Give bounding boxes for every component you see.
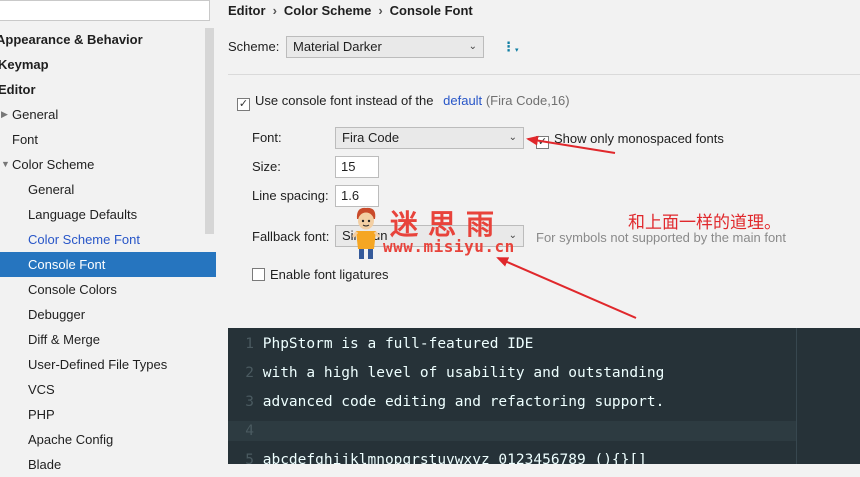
preview-line-current: 4 [228, 421, 796, 441]
font-value: Fira Code [342, 130, 400, 145]
breadcrumb-separator: › [378, 3, 383, 18]
fallback-font-dropdown[interactable]: SimSun ⌄ [335, 225, 524, 247]
nav-item-apache-config[interactable]: Apache Config [0, 427, 216, 452]
line-number: 3 [245, 394, 254, 410]
size-label: Size: [252, 159, 281, 174]
line-text: PhpStorm is a full-featured IDE [262, 336, 534, 352]
nav-item-debugger[interactable]: Debugger [0, 302, 216, 327]
right-margin-guide [796, 328, 797, 464]
preview-line: 1 PhpStorm is a full-featured IDE [228, 334, 533, 354]
nav-item-php[interactable]: PHP [0, 402, 216, 427]
line-number: 5 [245, 452, 254, 464]
nav-item-language-defaults[interactable]: Language Defaults [0, 202, 216, 227]
nav-scrollbar[interactable] [205, 28, 214, 234]
preview-line: 5 abcdefghijklmnopqrstuvwxyz 0123456789 … [228, 450, 647, 464]
scheme-dropdown[interactable]: Material Darker ⌄ [286, 36, 484, 58]
nav-item-font[interactable]: Font [0, 127, 216, 152]
fallback-font-label: Fallback font: [252, 229, 330, 244]
default-font-detail: (Fira Code,16) [485, 93, 570, 108]
line-spacing-input[interactable]: 1.6 [335, 185, 379, 207]
show-monospaced-label: Show only monospaced fonts [554, 131, 724, 146]
default-font-link[interactable]: default [443, 93, 482, 108]
font-label: Font: [252, 130, 282, 145]
show-monospaced-checkbox[interactable]: ✓ [536, 136, 549, 149]
size-input[interactable]: 15 [335, 156, 379, 178]
line-text: abcdefghijklmnopqrstuvwxyz 0123456789 ()… [262, 452, 647, 464]
line-spacing-label: Line spacing: [252, 188, 329, 203]
ligatures-label: Enable font ligatures [270, 267, 389, 282]
scheme-label: Scheme: [228, 39, 280, 54]
nav-item-color-scheme[interactable]: ▼ Color Scheme [0, 152, 216, 177]
chevron-down-icon: ⌄ [508, 230, 517, 241]
font-dropdown[interactable]: Fira Code ⌄ [335, 127, 524, 149]
fallback-hint: For symbols not supported by the main fo… [536, 230, 787, 245]
chevron-down-icon: ⌄ [508, 132, 517, 143]
ligatures-checkbox[interactable] [252, 268, 265, 281]
nav-item-vcs[interactable]: VCS [0, 377, 216, 402]
chevron-down-icon[interactable]: ▼ [1, 152, 10, 177]
breadcrumb-console-font: Console Font [389, 3, 473, 18]
nav-item-color-scheme-font[interactable]: Color Scheme Font [0, 227, 216, 252]
nav-item-appearance-behavior[interactable]: Appearance & Behavior [0, 27, 216, 52]
nav-item-console-font[interactable]: Console Font [0, 252, 216, 277]
divider [228, 74, 860, 75]
preview-line: 3 advanced code editing and refactoring … [228, 392, 664, 412]
use-console-font-label: Use console font instead of the [255, 93, 434, 108]
nav-item-editor[interactable]: Editor [0, 77, 216, 102]
line-number: 1 [245, 336, 254, 352]
breadcrumb-separator: › [272, 3, 277, 18]
line-text: advanced code editing and refactoring su… [262, 394, 665, 410]
line-text: with a high level of usability and outst… [262, 365, 665, 381]
nav-item-cs-general[interactable]: General [0, 177, 216, 202]
use-console-font-row: ✓ Use console font instead of the default… [237, 93, 570, 111]
show-monospaced-row: ✓ Show only monospaced fonts [536, 131, 724, 149]
settings-pane: Editor › Color Scheme › Console Font Scheme:… [216, 0, 860, 464]
nav-item-blade[interactable]: Blade [0, 452, 216, 477]
breadcrumb-editor[interactable]: Editor [228, 3, 266, 18]
more-options-icon[interactable]: ⋮▾ [502, 39, 519, 58]
scheme-value: Material Darker [293, 39, 382, 54]
nav-item-general[interactable]: ▶ General [0, 102, 216, 127]
chevron-down-icon: ⌄ [468, 41, 477, 52]
line-number: 4 [245, 423, 254, 439]
ligatures-row: Enable font ligatures [252, 267, 389, 283]
nav-item-console-colors[interactable]: Console Colors [0, 277, 216, 302]
nav-item-diff-merge[interactable]: Diff & Merge [0, 327, 216, 352]
font-preview-editor[interactable]: 1 PhpStorm is a full-featured IDE 2 with… [228, 328, 860, 464]
nav-item-keymap[interactable]: Keymap [0, 52, 216, 77]
use-console-font-checkbox[interactable]: ✓ [237, 98, 250, 111]
settings-nav: Appearance & Behavior Keymap Editor ▶ Ge… [0, 0, 216, 472]
nav-item-user-defined-file-types[interactable]: User-Defined File Types [0, 352, 216, 377]
settings-search-input[interactable] [0, 0, 210, 21]
breadcrumb: Editor › Color Scheme › Console Font [228, 2, 473, 20]
breadcrumb-color-scheme[interactable]: Color Scheme [284, 3, 371, 18]
preview-line: 2 with a high level of usability and out… [228, 363, 664, 383]
fallback-font-value: SimSun [342, 228, 388, 243]
chevron-right-icon[interactable]: ▶ [1, 102, 8, 127]
line-number: 2 [245, 365, 254, 381]
